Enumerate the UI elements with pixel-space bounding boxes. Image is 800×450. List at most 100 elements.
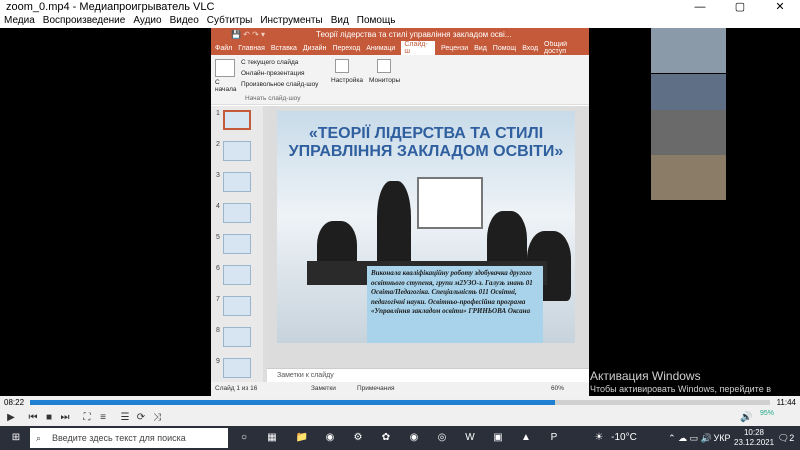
close-icon[interactable]: ✕ xyxy=(760,0,800,14)
tab-file[interactable]: Файл xyxy=(215,45,232,52)
ppt-window-title: Теорії лідерства та стилі управління зак… xyxy=(316,30,512,39)
zoom-icon[interactable]: ▣ xyxy=(488,426,508,450)
ppt-title-bar: 💾 ↶ ↷ ▾ Теорії лідерства та стилі управл… xyxy=(211,28,589,41)
minimize-icon[interactable]: — xyxy=(680,0,720,14)
comments-button[interactable]: Примечания xyxy=(357,382,395,396)
tab-animations[interactable]: Анимаци xyxy=(366,45,395,52)
language-indicator[interactable]: УКР xyxy=(712,426,732,450)
seek-bar-row: 08:22 11:44 xyxy=(0,396,800,410)
custom-show-button[interactable]: Произвольное слайд-шоу xyxy=(241,81,318,88)
menu-video[interactable]: Видео xyxy=(166,14,203,28)
app-icon[interactable]: ⚙ xyxy=(348,426,368,450)
online-presentation-button[interactable]: Онлайн-презентация xyxy=(241,70,305,77)
watermark-title: Активация Windows xyxy=(590,369,701,383)
menu-audio[interactable]: Аудио xyxy=(129,14,165,28)
explorer-icon[interactable]: 📁 xyxy=(292,426,312,450)
taskbar-search[interactable]: ⌕ Введите здесь текст для поиска xyxy=(30,428,228,448)
notes-pane[interactable]: Заметки к слайду xyxy=(267,368,589,382)
slide-canvas: «ТЕОРІЇ ЛІДЕРСТВА ТА СТИЛІ УПРАВЛІННЯ ЗА… xyxy=(267,106,589,368)
windows-start-icon[interactable]: ⊞ xyxy=(4,426,28,450)
tab-home[interactable]: Главная xyxy=(238,45,265,52)
clock[interactable]: 10:28 23.12.2021 xyxy=(734,428,774,448)
playlist-icon[interactable]: ☰ xyxy=(118,411,132,425)
current-time: 08:22 xyxy=(4,398,25,407)
tab-help[interactable]: Помощ xyxy=(493,45,516,52)
slide-thumbnail[interactable] xyxy=(223,265,251,285)
seek-progress xyxy=(30,400,556,405)
monitor-icon[interactable] xyxy=(377,59,391,73)
vlc-controls: ▶ ⏮ ■ ⏭ ⛶ ≡ ☰ ⟳ ⤨ 🔊 95% xyxy=(0,410,800,426)
powerpoint-window: 💾 ↶ ↷ ▾ Теорії лідерства та стилі управл… xyxy=(211,28,589,396)
maximize-icon[interactable]: ▢ xyxy=(720,0,760,14)
from-start-button[interactable]: С начала xyxy=(215,79,237,93)
seek-bar[interactable] xyxy=(30,400,770,405)
tab-insert[interactable]: Вставка xyxy=(271,45,297,52)
fullscreen-icon[interactable]: ⛶ xyxy=(80,411,94,425)
task-view-icon[interactable]: ○ xyxy=(234,426,254,450)
tab-transitions[interactable]: Переход xyxy=(332,45,360,52)
thumb-number: 3 xyxy=(216,172,220,179)
monitors-button[interactable]: Мониторы xyxy=(369,77,400,84)
thumb-number: 1 xyxy=(216,110,220,117)
volume-icon[interactable]: 🔊 xyxy=(740,412,752,423)
total-time: 11:44 xyxy=(776,398,796,407)
menu-playback[interactable]: Воспроизведение xyxy=(39,14,130,28)
slide-thumbnail[interactable] xyxy=(223,296,251,316)
chrome-icon[interactable]: ◉ xyxy=(320,426,340,450)
setup-icon[interactable] xyxy=(335,59,349,73)
volume-level[interactable]: 95% xyxy=(760,410,774,417)
app-icon[interactable]: ◎ xyxy=(432,426,452,450)
powerpoint-icon[interactable]: P xyxy=(544,426,564,450)
slide-thumbnail[interactable] xyxy=(223,358,251,378)
next-icon[interactable]: ⏭ xyxy=(58,411,72,425)
slide-thumbnail[interactable] xyxy=(223,110,251,130)
menu-tools[interactable]: Инструменты xyxy=(256,14,326,28)
menu-view[interactable]: Вид xyxy=(327,14,353,28)
vlc-icon[interactable]: ▲ xyxy=(516,426,536,450)
setup-button[interactable]: Настройка xyxy=(331,77,363,84)
slide-thumbnail[interactable] xyxy=(223,172,251,192)
shuffle-icon[interactable]: ⤨ xyxy=(150,411,164,425)
share-button[interactable]: Общий доступ xyxy=(544,41,589,55)
menu-help[interactable]: Помощь xyxy=(353,14,400,28)
from-start-icon[interactable] xyxy=(215,59,235,77)
slide-thumbnail[interactable] xyxy=(223,141,251,161)
webcam-tile xyxy=(651,28,726,73)
app-icon[interactable]: ▦ xyxy=(262,426,282,450)
word-icon[interactable]: W xyxy=(460,426,480,450)
sign-in-link[interactable]: Вход xyxy=(522,45,538,52)
thumb-number: 5 xyxy=(216,234,220,241)
notification-icon[interactable]: 🗨2 xyxy=(776,426,796,450)
zoom-level[interactable]: 60% xyxy=(551,382,564,396)
thumb-number: 7 xyxy=(216,296,220,303)
from-current-button[interactable]: С текущего слайда xyxy=(241,59,298,66)
previous-icon[interactable]: ⏮ xyxy=(26,411,40,425)
thumb-number: 2 xyxy=(216,141,220,148)
webcam-tile xyxy=(651,155,726,200)
tab-view[interactable]: Вид xyxy=(474,45,487,52)
menu-media[interactable]: Медиа xyxy=(0,14,39,28)
loop-icon[interactable]: ⟳ xyxy=(134,411,148,425)
slide[interactable]: «ТЕОРІЇ ЛІДЕРСТВА ТА СТИЛІ УПРАВЛІННЯ ЗА… xyxy=(277,111,575,343)
menu-subtitles[interactable]: Субтитры xyxy=(203,14,257,28)
tab-review[interactable]: Рецензи xyxy=(441,45,468,52)
thumb-number: 4 xyxy=(216,203,220,210)
chrome-icon[interactable]: ◉ xyxy=(404,426,424,450)
slide-thumbnail[interactable] xyxy=(223,327,251,347)
clock-time: 10:28 xyxy=(743,428,765,437)
app-icon[interactable]: ✿ xyxy=(376,426,396,450)
vlc-window-title: zoom_0.mp4 - Медиапроигрыватель VLC xyxy=(6,1,215,13)
play-icon[interactable]: ▶ xyxy=(4,411,18,425)
ribbon-group-label: Начать слайд-шоу xyxy=(245,95,301,102)
slide-thumbnail[interactable] xyxy=(223,203,251,223)
thumb-number: 9 xyxy=(216,358,220,365)
extended-settings-icon[interactable]: ≡ xyxy=(96,411,110,425)
notes-button[interactable]: Заметки xyxy=(311,382,336,396)
tab-slideshow[interactable]: Слайд-ш xyxy=(401,41,436,55)
temperature[interactable]: -10°C xyxy=(610,426,638,450)
vlc-title-bar: zoom_0.mp4 - Медиапроигрыватель VLC — ▢ … xyxy=(0,0,800,14)
weather-icon[interactable]: ☀ xyxy=(592,426,606,450)
slide-thumbnail[interactable] xyxy=(223,234,251,254)
stop-icon[interactable]: ■ xyxy=(42,411,56,425)
tab-design[interactable]: Дизайн xyxy=(303,45,327,52)
